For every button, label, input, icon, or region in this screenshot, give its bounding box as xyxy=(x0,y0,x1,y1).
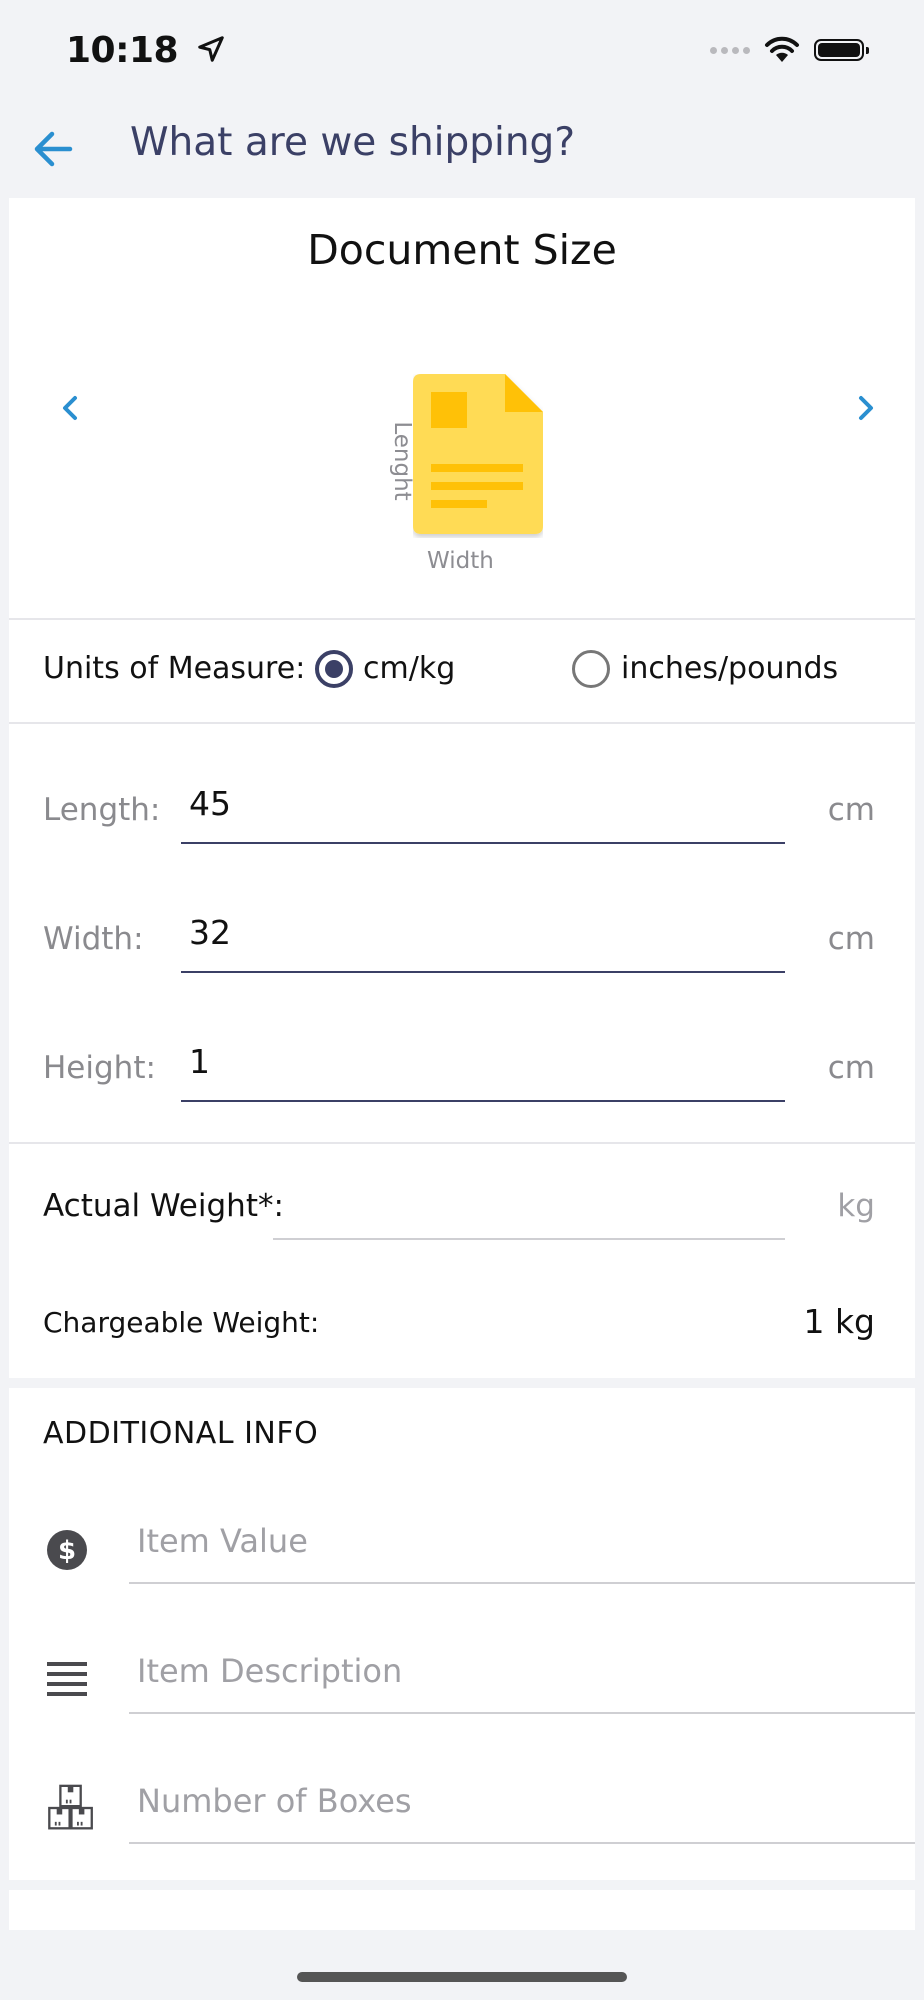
status-time: 10:18 xyxy=(66,30,226,71)
actual-weight-input[interactable] xyxy=(281,1184,781,1234)
radio-cm-kg-label[interactable]: cm/kg xyxy=(363,651,455,686)
number-of-boxes-input[interactable]: Number of Boxes xyxy=(137,1782,412,1820)
document-icon xyxy=(413,374,543,534)
divider xyxy=(9,1142,915,1144)
boxes-icon xyxy=(48,1784,93,1830)
page-title: What are we shipping? xyxy=(130,120,576,165)
actual-weight-label: Actual Weight*: xyxy=(43,1188,284,1224)
width-unit: cm xyxy=(827,921,875,957)
item-description-underline xyxy=(129,1712,915,1714)
additional-info-card: ADDITIONAL INFO $ Item Value Item Descri… xyxy=(9,1388,915,1880)
height-input[interactable]: 1 xyxy=(189,1042,210,1081)
radio-cm-kg[interactable] xyxy=(315,650,353,688)
chevron-left-icon[interactable] xyxy=(51,388,91,428)
length-underline xyxy=(181,842,785,844)
document-length-label: Lenght xyxy=(389,421,415,501)
home-indicator[interactable] xyxy=(297,1972,627,1982)
actual-weight-underline xyxy=(273,1238,785,1240)
radio-inches-pounds-label[interactable]: inches/pounds xyxy=(621,651,838,686)
height-unit: cm xyxy=(827,1050,875,1086)
length-label: Length: xyxy=(43,792,161,828)
radio-inches-pounds[interactable] xyxy=(572,650,610,688)
width-underline xyxy=(181,971,785,973)
time-text: 10:18 xyxy=(66,30,179,71)
document-size-card: Document Size Lenght Width Units of Meas… xyxy=(9,198,915,1378)
chevron-right-icon[interactable] xyxy=(845,388,885,428)
number-of-boxes-underline xyxy=(129,1842,915,1844)
lines-icon xyxy=(47,1662,87,1696)
width-label: Width: xyxy=(43,921,144,957)
divider xyxy=(9,618,915,620)
location-arrow-icon xyxy=(198,36,224,62)
item-description-input[interactable]: Item Description xyxy=(137,1652,402,1690)
length-input[interactable]: 45 xyxy=(189,784,231,823)
height-label: Height: xyxy=(43,1050,156,1086)
units-of-measure-label: Units of Measure: xyxy=(43,651,306,686)
back-arrow-icon[interactable] xyxy=(30,126,76,172)
height-underline xyxy=(181,1100,785,1102)
additional-info-title: ADDITIONAL INFO xyxy=(43,1416,319,1451)
item-value-input[interactable]: Item Value xyxy=(137,1522,308,1560)
chargeable-weight-value: 1 kg xyxy=(803,1302,875,1341)
document-size-title: Document Size xyxy=(307,226,617,274)
length-unit: cm xyxy=(827,792,875,828)
item-value-underline xyxy=(129,1582,915,1584)
width-input[interactable]: 32 xyxy=(189,913,231,952)
cellular-signal-icon xyxy=(710,46,750,54)
next-card-edge xyxy=(9,1890,915,1930)
document-width-label: Width xyxy=(427,548,494,574)
battery-icon xyxy=(814,39,869,61)
chargeable-weight-label: Chargeable Weight: xyxy=(43,1306,320,1339)
divider xyxy=(9,722,915,724)
svg-text:$: $ xyxy=(58,1536,76,1566)
dollar-icon: $ xyxy=(47,1530,87,1570)
actual-weight-unit: kg xyxy=(837,1188,875,1224)
wifi-icon xyxy=(765,36,799,62)
